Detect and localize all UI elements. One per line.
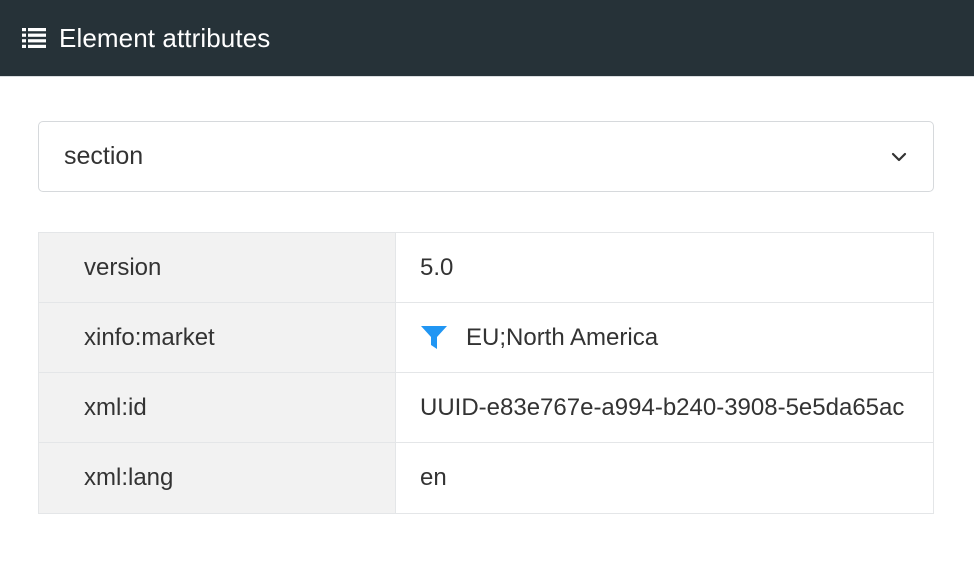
- table-row: xinfo:market EU;North America: [39, 303, 933, 373]
- attribute-key: version: [39, 233, 396, 302]
- attribute-value: UUID-e83e767e-a994-b240-3908-5e5da65ac: [396, 373, 933, 442]
- attribute-key: xml:lang: [39, 443, 396, 513]
- panel-header: Element attributes: [0, 0, 974, 77]
- attribute-key: xinfo:market: [39, 303, 396, 372]
- attribute-value-text: en: [420, 464, 447, 491]
- attribute-value-text: UUID-e83e767e-a994-b240-3908-5e5da65ac: [420, 393, 905, 421]
- attribute-value: EU;North America: [396, 303, 933, 372]
- attribute-value-text: EU;North America: [466, 323, 659, 351]
- attribute-value-text: 5.0: [420, 253, 454, 281]
- element-select-value: section: [64, 142, 144, 170]
- element-select[interactable]: section: [38, 121, 934, 192]
- chevron-down-icon: [889, 147, 909, 167]
- attributes-table: version 5.0 xinfo:market EU;North Americ…: [38, 232, 934, 514]
- list-icon: [21, 25, 47, 51]
- attribute-value: en: [396, 443, 933, 513]
- filter-icon: [420, 325, 448, 351]
- attribute-value: 5.0: [396, 233, 933, 302]
- table-row: xml:lang en: [39, 443, 933, 513]
- table-row: xml:id UUID-e83e767e-a994-b240-3908-5e5d…: [39, 373, 933, 443]
- attribute-key: xml:id: [39, 373, 396, 442]
- table-row: version 5.0: [39, 233, 933, 303]
- panel-title: Element attributes: [59, 22, 271, 53]
